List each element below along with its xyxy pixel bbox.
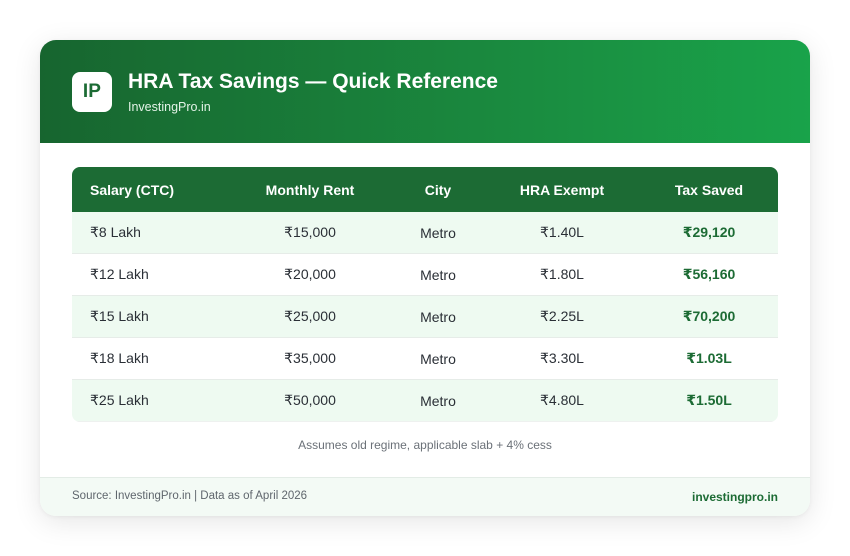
cell-tax-saved: ₹70,200	[682, 308, 736, 324]
site-link[interactable]: investingpro.in	[692, 490, 778, 504]
cell-monthly-rent: ₹25,000	[284, 308, 336, 324]
cell-tax-saved: ₹1.03L	[686, 350, 732, 366]
cell-city: Metro	[420, 392, 456, 409]
cell-city: Metro	[420, 350, 456, 367]
table-row: ₹25 Lakh ₹50,000 Metro ₹4.80L ₹1.50L	[72, 380, 778, 422]
brand-logo: IP	[72, 72, 112, 112]
page-subtitle: InvestingPro.in	[128, 100, 211, 114]
table-header-row: Salary (CTC) Monthly Rent City HRA Exemp…	[72, 167, 778, 212]
cell-city: Metro	[420, 224, 456, 241]
table-row: ₹8 Lakh ₹15,000 Metro ₹1.40L ₹29,120	[72, 212, 778, 254]
cell-hra-exempt: ₹1.80L	[540, 266, 584, 282]
column-header-tax-saved: Tax Saved	[674, 181, 744, 198]
cell-salary: ₹18 Lakh	[90, 350, 149, 366]
savings-table: Salary (CTC) Monthly Rent City HRA Exemp…	[72, 167, 778, 422]
source-note: Source: InvestingPro.in | Data as of Apr…	[72, 490, 308, 502]
table-row: ₹15 Lakh ₹25,000 Metro ₹2.25L ₹70,200	[72, 296, 778, 338]
cell-hra-exempt: ₹2.25L	[540, 308, 584, 324]
card-footer: Source: InvestingPro.in | Data as of Apr…	[40, 477, 810, 516]
column-header-monthly-rent: Monthly Rent	[265, 181, 355, 198]
column-header-hra-exempt: HRA Exempt	[519, 181, 605, 198]
cell-salary: ₹8 Lakh	[90, 224, 141, 240]
cell-city: Metro	[420, 308, 456, 325]
cell-hra-exempt: ₹4.80L	[540, 392, 584, 408]
cell-salary: ₹12 Lakh	[90, 266, 149, 282]
reference-card: IP HRA Tax Savings — Quick Reference Inv…	[40, 40, 810, 516]
cell-monthly-rent: ₹15,000	[284, 224, 336, 240]
card-header: IP HRA Tax Savings — Quick Reference Inv…	[40, 40, 810, 143]
page-title: HRA Tax Savings — Quick Reference	[128, 70, 498, 93]
cell-tax-saved: ₹56,160	[682, 266, 736, 282]
table-row: ₹12 Lakh ₹20,000 Metro ₹1.80L ₹56,160	[72, 254, 778, 296]
cell-monthly-rent: ₹50,000	[284, 392, 336, 408]
cell-city: Metro	[420, 266, 456, 283]
cell-tax-saved: ₹1.50L	[686, 392, 732, 408]
column-header-city: City	[424, 181, 452, 198]
assumption-note: Assumes old regime, applicable slab + 4%…	[298, 438, 552, 452]
cell-salary: ₹15 Lakh	[90, 308, 149, 324]
cell-tax-saved: ₹29,120	[682, 224, 736, 240]
cell-salary: ₹25 Lakh	[90, 392, 149, 408]
column-header-salary: Salary (CTC)	[90, 181, 175, 198]
cell-hra-exempt: ₹3.30L	[540, 350, 584, 366]
cell-hra-exempt: ₹1.40L	[540, 224, 584, 240]
cell-monthly-rent: ₹20,000	[284, 266, 336, 282]
cell-monthly-rent: ₹35,000	[284, 350, 336, 366]
table-row: ₹18 Lakh ₹35,000 Metro ₹3.30L ₹1.03L	[72, 338, 778, 380]
